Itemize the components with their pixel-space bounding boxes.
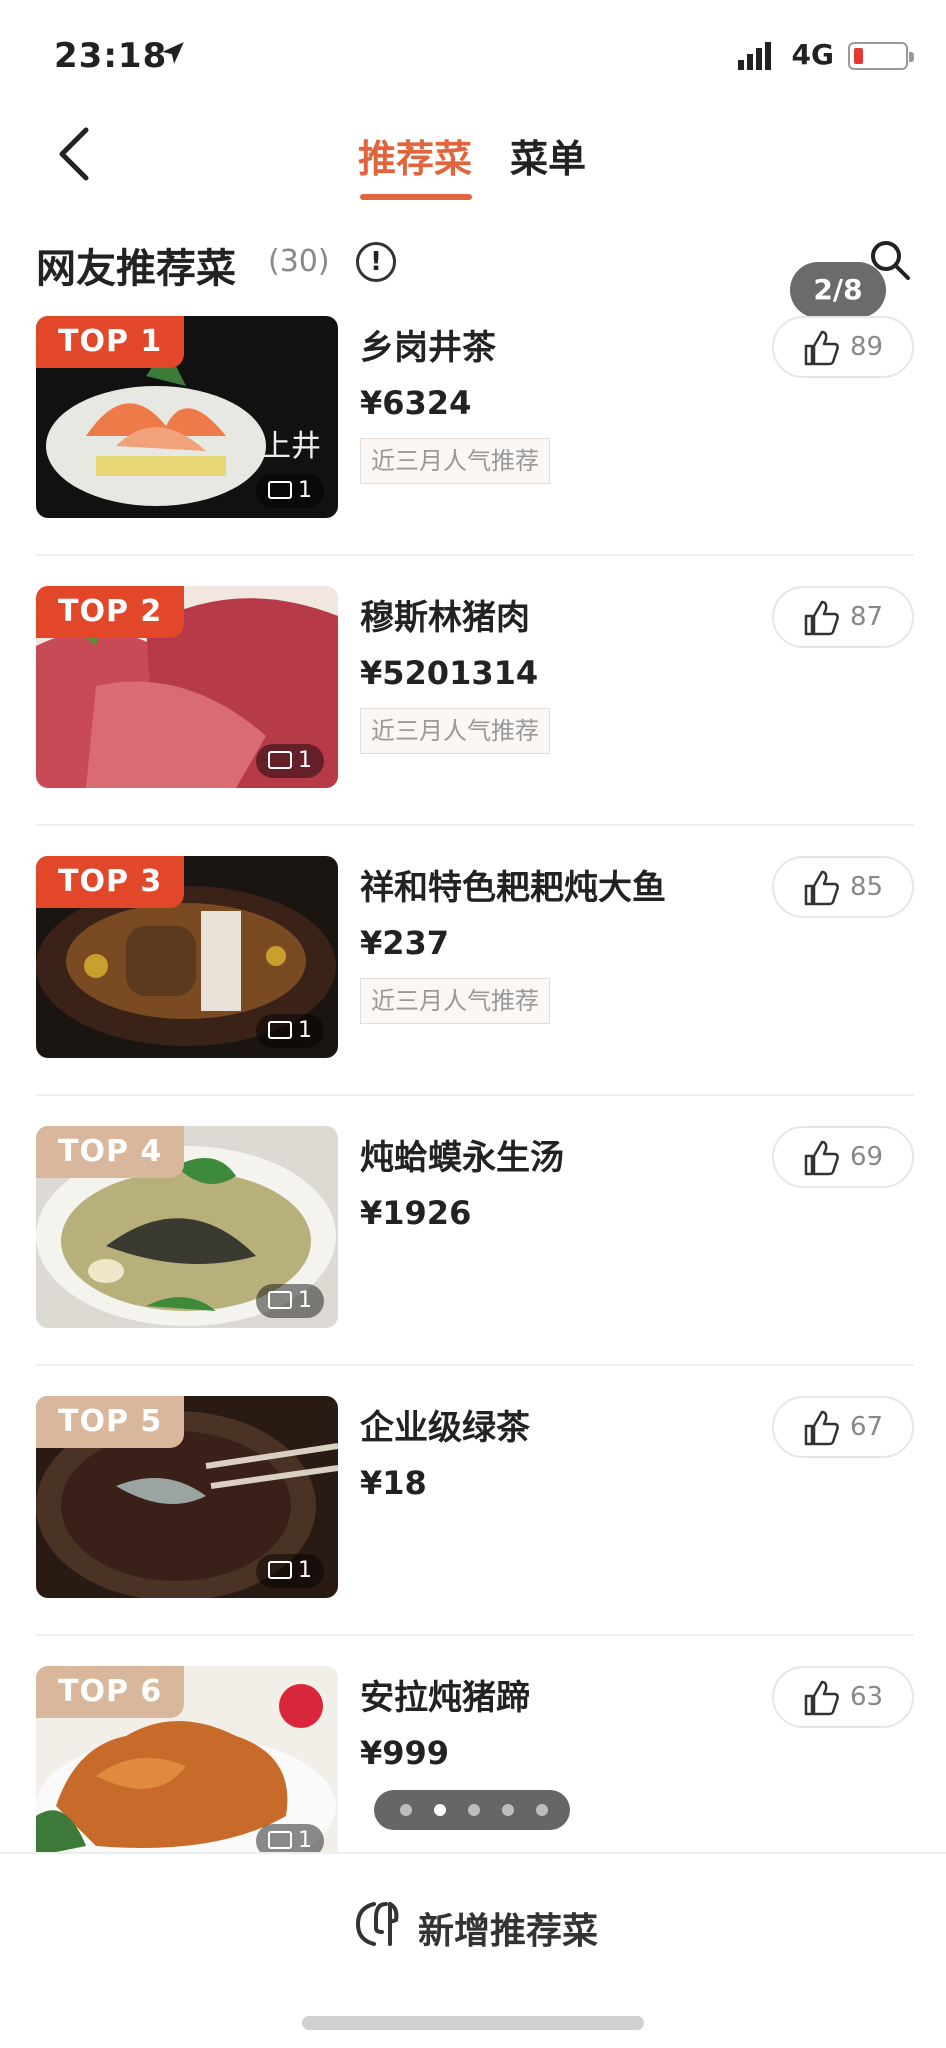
- popular-tag: 近三月人气推荐: [360, 438, 550, 484]
- like-button[interactable]: 63: [772, 1666, 914, 1728]
- divider: [36, 554, 914, 556]
- add-recommendation-button[interactable]: 新增推荐菜: [352, 1894, 612, 1954]
- like-count: 67: [850, 1412, 884, 1442]
- thumbs-up-icon: [804, 330, 839, 366]
- popular-tag: 近三月人气推荐: [360, 978, 550, 1024]
- section-title: 网友推荐菜: [36, 246, 236, 292]
- dish-image[interactable]: TOP 6 1: [36, 1666, 338, 1868]
- carousel-dot: [536, 1804, 548, 1816]
- picture-icon: [268, 1021, 292, 1039]
- image-count-badge: 1: [256, 1284, 324, 1318]
- thumbs-up-icon: [804, 1140, 839, 1176]
- top-nav: 推荐菜 菜单: [0, 110, 946, 210]
- page-indicator: 2/8: [790, 262, 886, 318]
- carousel-dot-active: [434, 1804, 446, 1816]
- tab-menu[interactable]: 菜单: [510, 128, 586, 183]
- image-count: 1: [298, 1828, 312, 1853]
- image-count: 1: [298, 1018, 312, 1043]
- image-count-badge: 1: [256, 1554, 324, 1588]
- dish-name: 安拉炖猪蹄: [360, 1678, 530, 1718]
- carousel-dot: [400, 1804, 412, 1816]
- active-tab-underline: [360, 194, 472, 200]
- rank-badge: TOP 1: [36, 316, 185, 368]
- carousel-dot: [468, 1804, 480, 1816]
- divider: [36, 1094, 914, 1096]
- back-chevron-icon[interactable]: [50, 124, 100, 184]
- dish-image[interactable]: TOP 3 1: [36, 856, 338, 1058]
- rank-badge: TOP 3: [36, 856, 185, 908]
- thumbs-up-icon: [804, 1680, 839, 1716]
- status-time: 23:18: [54, 36, 168, 76]
- thumbs-up-icon: [804, 870, 839, 906]
- list-item[interactable]: TOP 4 1 炖蛤蟆永生汤 ¥1926 69: [0, 1126, 946, 1396]
- thumbs-up-icon: [804, 600, 839, 636]
- like-count: 85: [850, 872, 884, 902]
- popular-tag: 近三月人气推荐: [360, 708, 550, 754]
- image-count: 1: [298, 748, 312, 773]
- dish-image[interactable]: TOP 2 1: [36, 586, 338, 788]
- network-type: 4G: [791, 38, 834, 71]
- divider: [36, 824, 914, 826]
- image-count: 1: [298, 1558, 312, 1583]
- like-count: 87: [850, 602, 884, 632]
- like-button[interactable]: 87: [772, 586, 914, 648]
- picture-icon: [268, 751, 292, 769]
- section-count: (30): [268, 244, 330, 279]
- like-button[interactable]: 85: [772, 856, 914, 918]
- dish-price: ¥237: [360, 924, 450, 962]
- list-item[interactable]: TOP 3 1 祥和特色耙耙炖大鱼 ¥237 近三月人气推荐 85: [0, 856, 946, 1126]
- thumbs-up-icon: [804, 1410, 839, 1446]
- dish-name: 祥和特色耙耙炖大鱼: [360, 868, 666, 908]
- tab-recommended[interactable]: 推荐菜: [358, 128, 472, 183]
- rank-badge: TOP 5: [36, 1396, 185, 1448]
- rank-badge: TOP 4: [36, 1126, 185, 1178]
- image-count-badge: 1: [256, 1014, 324, 1048]
- status-bar: 23:18 4G: [0, 0, 946, 110]
- image-count-badge: 1: [256, 474, 324, 508]
- dish-image[interactable]: 上井 TOP 1 1: [36, 316, 338, 518]
- like-count: 69: [850, 1142, 884, 1172]
- location-arrow-icon: [162, 42, 184, 64]
- image-count: 1: [298, 478, 312, 503]
- picture-icon: [268, 1831, 292, 1849]
- dish-name: 炖蛤蟆永生汤: [360, 1138, 564, 1178]
- divider: [36, 1364, 914, 1366]
- list-item[interactable]: TOP 5 1 企业级绿茶 ¥18 67: [0, 1396, 946, 1666]
- rank-badge: TOP 6: [36, 1666, 185, 1718]
- like-button[interactable]: 89: [772, 316, 914, 378]
- dish-price: ¥999: [360, 1734, 450, 1772]
- dish-name: 穆斯林猪肉: [360, 598, 530, 638]
- like-count: 89: [850, 332, 884, 362]
- svg-text:上井: 上井: [261, 429, 321, 464]
- add-recommendation-label: 新增推荐菜: [418, 1911, 599, 1952]
- list-item[interactable]: TOP 2 1 穆斯林猪肉 ¥5201314 近三月人气推荐 87: [0, 586, 946, 856]
- picture-icon: [268, 1561, 292, 1579]
- carousel-dot: [502, 1804, 514, 1816]
- image-count-badge: 1: [256, 744, 324, 778]
- divider: [36, 1634, 914, 1636]
- carousel-dots: [374, 1790, 570, 1830]
- home-indicator: [302, 2016, 644, 2030]
- battery-icon: [848, 42, 914, 70]
- dish-price: ¥18: [360, 1464, 427, 1502]
- picture-icon: [268, 481, 292, 499]
- like-button[interactable]: 69: [772, 1126, 914, 1188]
- rank-badge: TOP 2: [36, 586, 185, 638]
- dish-price: ¥6324: [360, 384, 472, 422]
- add-dish-icon: [355, 1902, 399, 1946]
- list-item[interactable]: 上井 TOP 1 1 乡岗井茶 ¥6324 近三月人气推荐 89: [0, 316, 946, 586]
- picture-icon: [268, 1291, 292, 1309]
- dish-image[interactable]: TOP 4 1: [36, 1126, 338, 1328]
- dish-image[interactable]: TOP 5 1: [36, 1396, 338, 1598]
- signal-icon: [738, 42, 771, 70]
- info-icon[interactable]: !: [356, 242, 396, 282]
- image-count: 1: [298, 1288, 312, 1313]
- dish-price: ¥5201314: [360, 654, 539, 692]
- dish-name: 乡岗井茶: [360, 328, 496, 368]
- dish-price: ¥1926: [360, 1194, 472, 1232]
- like-count: 63: [850, 1682, 884, 1712]
- dish-name: 企业级绿茶: [360, 1408, 530, 1448]
- like-button[interactable]: 67: [772, 1396, 914, 1458]
